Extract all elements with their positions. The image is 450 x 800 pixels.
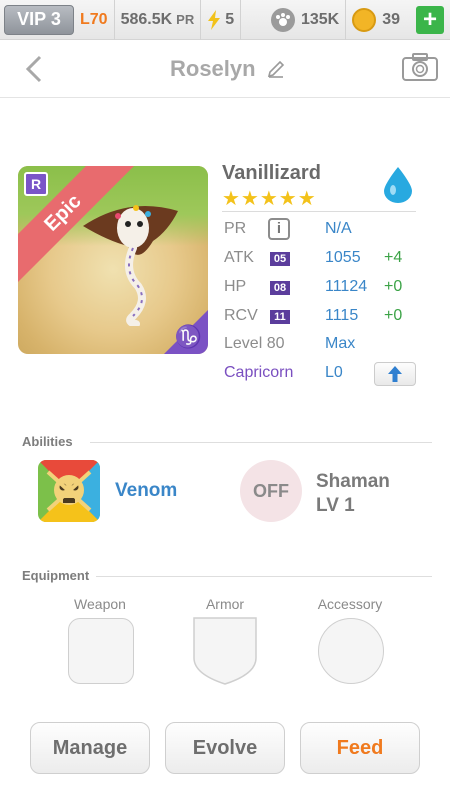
zodiac-level: L0 [325,364,343,381]
weapon-slot[interactable] [68,618,134,684]
stat-bonus-atk: +4 [384,249,403,266]
energy-counter: 5 [201,0,242,40]
pet-species-name: Vanillizard [222,162,321,184]
equipment-divider [96,576,432,577]
stat-row-atk: ATK 05 1055 +4 [224,249,424,273]
stat-value-atk: 1055 [325,249,361,266]
star-rating: ★★★★★ [222,188,317,210]
accessory-slot[interactable] [318,618,384,684]
pet-detail-screen: VIP 3 L70 586.5K PR 5 135K 39 + Roselyn … [0,0,450,800]
leader-skill: Shaman LV 1 [316,470,390,518]
status-bar: VIP 3 L70 586.5K PR 5 135K 39 + [0,0,450,40]
feed-button[interactable]: Feed [300,722,420,774]
stat-label-hp: HP [224,278,247,295]
stat-row-level: Level 80 Max [224,335,424,359]
power-rating: 586.5K PR [115,0,202,40]
pencil-icon[interactable] [266,59,286,79]
ability-name[interactable]: Venom [115,480,177,502]
coin-icon [352,7,377,32]
leader-skill-off-toggle[interactable]: OFF [240,460,302,522]
accessory-label: Accessory [317,596,383,612]
back-arrow-icon[interactable] [20,54,50,84]
leader-skill-name: Shaman [316,471,390,492]
zodiac-upgrade-button[interactable] [374,362,416,386]
stat-row-hp: HP 08 11124 +0 [224,278,424,302]
weapon-label: Weapon [74,596,126,612]
stat-row-pr: PR i N/A [224,218,424,244]
stat-row-rcv: RCV 11 1115 +0 [224,307,424,331]
stat-row-zodiac: Capricorn L0 [224,362,424,388]
camera-icon[interactable] [402,52,438,82]
hp-level-badge: 08 [270,281,290,295]
stat-bonus-hp: +0 [384,278,403,295]
stat-value-pr: N/A [325,220,352,237]
armor-label: Armor [205,596,245,612]
add-currency-button[interactable]: + [416,6,444,34]
venom-ability-icon[interactable] [38,460,100,522]
coin-counter: 39 [346,0,406,40]
rcv-level-badge: 11 [270,310,290,324]
abilities-header: Abilities [22,434,73,449]
leader-skill-level: LV 1 [316,495,355,516]
power-rating-value: 586.5K [120,10,173,28]
vip-badge[interactable]: VIP 3 [4,4,74,35]
info-icon[interactable]: i [268,218,290,240]
player-level: L70 [74,0,115,40]
stat-value-level: Max [325,335,356,352]
stat-value-rcv: 1115 [325,307,359,324]
food-counter: 135K [265,0,347,40]
water-drop-icon [384,167,412,203]
stat-label-rcv: RCV [224,307,258,324]
nav-bar: Roselyn [0,40,450,98]
rank-badge: R [24,172,48,196]
stat-label-level: Level 80 [224,335,285,352]
player-level-label: L70 [80,10,108,28]
paw-icon [270,7,295,32]
up-arrow-icon [388,366,402,382]
stat-label-pr: PR [224,220,247,237]
stat-bonus-rcv: +0 [384,307,403,324]
page-title: Roselyn [170,56,256,81]
stats-divider [222,211,416,212]
armor-slot[interactable] [192,616,258,686]
power-rating-unit: PR [176,12,195,27]
lightning-icon [208,9,221,30]
equipment-header: Equipment [22,568,90,583]
stat-value-hp: 11124 [325,278,368,295]
atk-level-badge: 05 [270,252,290,266]
pet-illustration [83,205,178,326]
pet-portrait-card[interactable]: Epic R ♑ [18,166,208,354]
stat-label-atk: ATK [224,249,254,266]
energy-value: 5 [225,10,235,28]
manage-button[interactable]: Manage [30,722,150,774]
abilities-divider [90,442,432,443]
pet-nickname[interactable]: Roselyn [170,56,286,82]
capricorn-icon: ♑ [174,324,202,349]
food-value: 135K [300,10,340,28]
evolve-button[interactable]: Evolve [165,722,285,774]
zodiac-label: Capricorn [224,364,294,381]
coin-value: 39 [382,10,400,28]
